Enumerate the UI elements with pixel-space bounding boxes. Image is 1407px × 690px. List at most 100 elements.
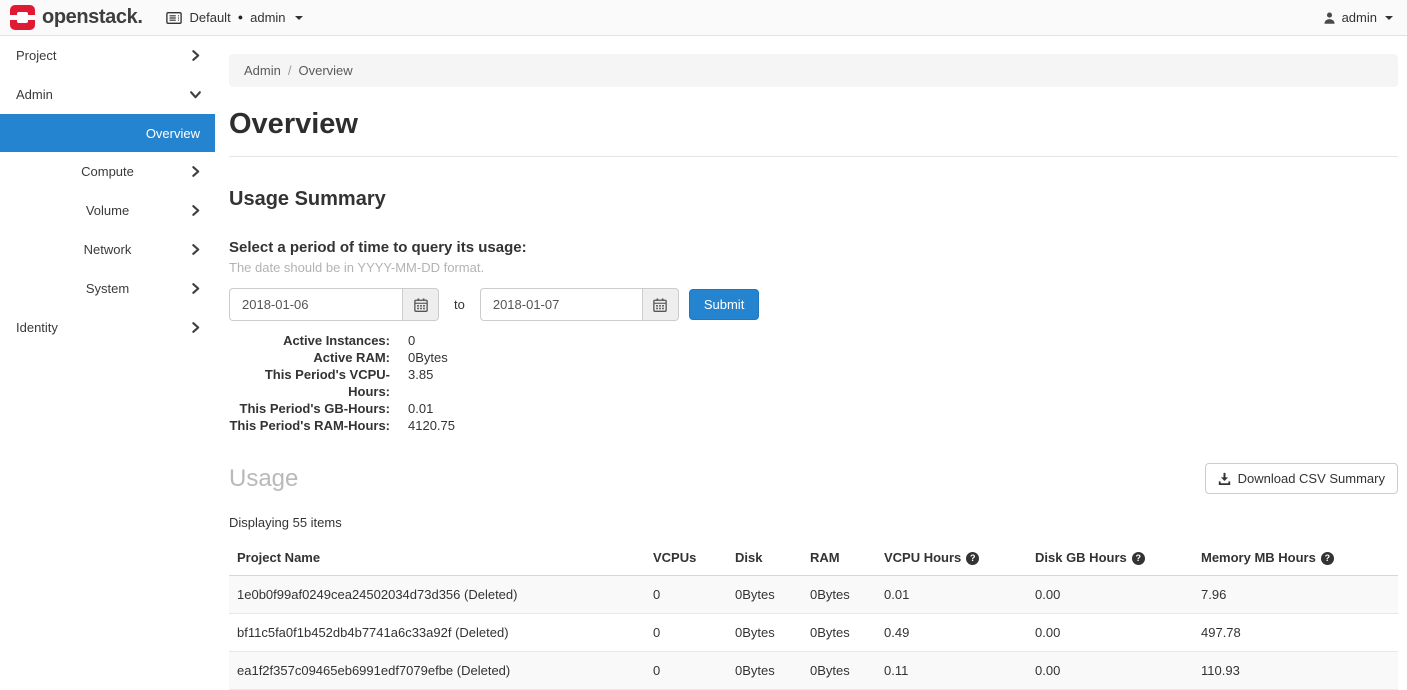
column-disk-gb-hours[interactable]: Disk GB Hours? [1027,540,1193,576]
sidebar-item-label: Overview [146,126,200,141]
context-domain: Default [189,10,230,25]
chevron-right-icon [189,204,202,217]
stat-value: 0 [408,332,415,349]
stat-label: Active Instances: [229,332,390,349]
usage-stats: Active Instances: 0 Active RAM: 0Bytes T… [229,332,1398,434]
table-row: ea1f2f357c09465eb6991edf7079efbe (Delete… [229,652,1398,690]
cell-vcpus: 0 [645,576,727,614]
stat-value: 4120.75 [408,417,455,434]
calendar-icon[interactable] [642,288,679,321]
chevron-right-icon [189,165,202,178]
cell-vcpus: 0 [645,652,727,690]
cell-disk-gb-hours: 0.00 [1027,576,1193,614]
context-switcher[interactable]: Default ● admin [166,10,302,25]
chevron-down-icon [189,88,202,101]
cell-disk: 0Bytes [727,576,802,614]
help-icon[interactable]: ? [1321,552,1334,565]
sidebar-item-label: System [86,281,129,296]
cell-ram: 0Bytes [802,614,876,652]
chevron-right-icon [189,321,202,334]
column-memory-mb-hours[interactable]: Memory MB Hours? [1193,540,1398,576]
stat-label: This Period's GB-Hours: [229,400,390,417]
table-row: 1e0b0f99af0249cea24502034d73d356 (Delete… [229,576,1398,614]
submit-button[interactable]: Submit [689,289,759,320]
column-ram[interactable]: RAM [802,540,876,576]
cell-project-name: bf11c5fa0f1b452db4b7741a6c33a92f (Delete… [229,614,645,652]
column-vcpu-hours[interactable]: VCPU Hours? [876,540,1027,576]
projects-list-icon [166,11,182,25]
cell-ram: 0Bytes [802,576,876,614]
breadcrumb-admin-link[interactable]: Admin [244,63,281,78]
stat-value: 0Bytes [408,349,448,366]
date-from-input[interactable] [229,288,402,321]
usage-summary-heading: Usage Summary [229,188,1398,211]
sidebar-item-project[interactable]: Project [0,36,215,75]
sidebar-item-identity[interactable]: Identity [0,308,215,347]
sidebar-item-compute[interactable]: Compute [0,152,215,191]
column-vcpus[interactable]: VCPUs [645,540,727,576]
cell-disk-gb-hours: 0.00 [1027,652,1193,690]
cell-memory-mb-hours: 110.93 [1193,652,1398,690]
download-icon [1218,472,1231,485]
stat-vcpu-hours: This Period's VCPU-Hours: 3.85 [229,366,1398,400]
user-menu-label: admin [1342,10,1377,25]
title-divider [229,156,1398,157]
usage-table: Project Name VCPUs Disk RAM VCPU Hours? … [229,540,1398,690]
sidebar-item-label: Admin [16,87,53,102]
sidebar-item-admin[interactable]: Admin [0,75,215,114]
user-menu[interactable]: admin [1323,10,1393,25]
breadcrumb: Admin/Overview [229,54,1398,87]
date-from-group [229,288,439,321]
openstack-logo-icon [10,5,35,30]
sidebar-item-system[interactable]: System [0,269,215,308]
stat-active-ram: Active RAM: 0Bytes [229,349,1398,366]
to-label: to [454,297,465,312]
items-count: Displaying 55 items [229,515,1398,530]
cell-ram: 0Bytes [802,652,876,690]
cell-memory-mb-hours: 7.96 [1193,576,1398,614]
stat-value: 0.01 [408,400,433,417]
openstack-brand[interactable]: openstack. [10,5,142,30]
download-csv-label: Download CSV Summary [1238,471,1385,486]
context-project: admin [250,10,285,25]
date-to-group [480,288,679,321]
stat-ram-hours: This Period's RAM-Hours: 4120.75 [229,417,1398,434]
cell-project-name: ea1f2f357c09465eb6991edf7079efbe (Delete… [229,652,645,690]
sidebar-item-network[interactable]: Network [0,230,215,269]
stat-active-instances: Active Instances: 0 [229,332,1398,349]
usage-heading: Usage [229,465,298,493]
sidebar-item-label: Project [16,48,56,63]
sidebar: Project Admin Overview Compute Volume [0,36,215,347]
help-icon[interactable]: ? [1132,552,1145,565]
sidebar-item-overview[interactable]: Overview [0,114,215,152]
sidebar-item-label: Compute [81,164,134,179]
breadcrumb-current: Overview [298,63,352,78]
table-row: bf11c5fa0f1b452db4b7741a6c33a92f (Delete… [229,614,1398,652]
sidebar-item-label: Volume [86,203,129,218]
date-to-input[interactable] [480,288,642,321]
table-header-row: Project Name VCPUs Disk RAM VCPU Hours? … [229,540,1398,576]
date-format-hint: The date should be in YYYY-MM-DD format. [229,260,1398,275]
cell-vcpu-hours: 0.11 [876,652,1027,690]
date-query-prompt: Select a period of time to query its usa… [229,239,1398,256]
cell-disk-gb-hours: 0.00 [1027,614,1193,652]
cell-vcpus: 0 [645,614,727,652]
stat-label: Active RAM: [229,349,390,366]
column-disk[interactable]: Disk [727,540,802,576]
stat-label: This Period's RAM-Hours: [229,417,390,434]
calendar-icon[interactable] [402,288,439,321]
chevron-down-icon [295,16,303,20]
stat-label: This Period's VCPU-Hours: [229,366,390,400]
date-range-form: to Submit [229,288,1398,321]
chevron-down-icon [1385,16,1393,20]
usage-table-header: Usage Download CSV Summary [229,463,1398,494]
sidebar-item-volume[interactable]: Volume [0,191,215,230]
cell-disk: 0Bytes [727,652,802,690]
sidebar-item-label: Network [84,242,132,257]
chevron-right-icon [189,282,202,295]
column-project-name[interactable]: Project Name [229,540,645,576]
download-csv-button[interactable]: Download CSV Summary [1205,463,1398,494]
brand-wordmark: openstack. [42,6,142,29]
help-icon[interactable]: ? [966,552,979,565]
cell-project-name: 1e0b0f99af0249cea24502034d73d356 (Delete… [229,576,645,614]
